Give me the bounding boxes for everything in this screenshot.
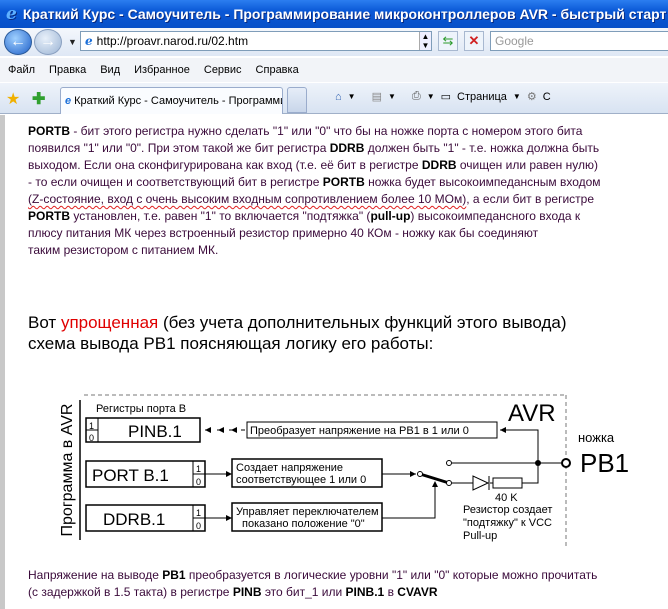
junction-dot bbox=[535, 460, 541, 466]
resistor-40k bbox=[492, 477, 523, 489]
ddrb-label: DDRB.1 bbox=[103, 510, 165, 529]
convert-label: Преобразует напряжение на PB1 в 1 или 0 bbox=[250, 425, 469, 437]
text: (с задержкой в 1.5 такта) в регистре bbox=[28, 585, 233, 599]
pullup-note: "подтяжку" к VCC bbox=[463, 517, 552, 529]
pinb-paragraph: Напряжение на выводе PB1 преобразуется в… bbox=[28, 567, 597, 601]
switch-blade bbox=[419, 472, 450, 485]
term: PINB.1 bbox=[345, 585, 385, 599]
pin-label: PB1 bbox=[580, 448, 629, 478]
text-line: (с задержкой в 1.5 такта) в регистре PIN… bbox=[28, 584, 597, 601]
bit-label: 0 bbox=[89, 433, 94, 443]
term: PB1 bbox=[162, 568, 186, 582]
bit-label: 0 bbox=[196, 521, 201, 531]
resistor-label: 40 K bbox=[495, 492, 518, 504]
pin-caption: ножка bbox=[578, 430, 615, 445]
text: преобразуется в логические уровни "1" ил… bbox=[185, 568, 598, 582]
term: PINB bbox=[232, 585, 262, 599]
pb1-schematic-diagram: Программа в AVR Регистры порта В AVR нож… bbox=[59, 394, 629, 548]
bit-label: 1 bbox=[89, 421, 94, 431]
pullup-note: Резистор создает bbox=[463, 504, 552, 516]
registers-label: Регистры порта В bbox=[96, 403, 186, 415]
create-label: Создает напряжение bbox=[236, 462, 343, 474]
pin-terminal bbox=[561, 458, 571, 468]
pinb-label: PINB.1 bbox=[128, 422, 182, 441]
text: в bbox=[384, 585, 398, 599]
control-label: показано положение "0" bbox=[242, 518, 365, 530]
switch-control-line bbox=[382, 486, 436, 519]
page-content: PORTB - бит этого регистра нужно сделать… bbox=[0, 115, 668, 609]
text: это бит_1 или bbox=[261, 585, 346, 599]
diode bbox=[472, 475, 490, 491]
control-label: Управляет переключателем bbox=[236, 506, 379, 518]
bit-label: 0 bbox=[196, 477, 201, 487]
term: CVAVR bbox=[397, 585, 438, 599]
side-label: Программа в AVR bbox=[59, 404, 76, 537]
bit-label: 1 bbox=[196, 464, 201, 474]
pin-sense-line bbox=[500, 429, 539, 463]
text: Напряжение на выводе bbox=[28, 568, 163, 582]
portb-label: PORT B.1 bbox=[92, 466, 169, 485]
text-line: Напряжение на выводе PB1 преобразуется в… bbox=[28, 567, 597, 584]
create-label: соответствующее 1 или 0 bbox=[236, 474, 366, 486]
avr-label: AVR bbox=[508, 400, 556, 427]
bit-label: 1 bbox=[196, 508, 201, 518]
pullup-note: Pull-up bbox=[463, 530, 497, 542]
